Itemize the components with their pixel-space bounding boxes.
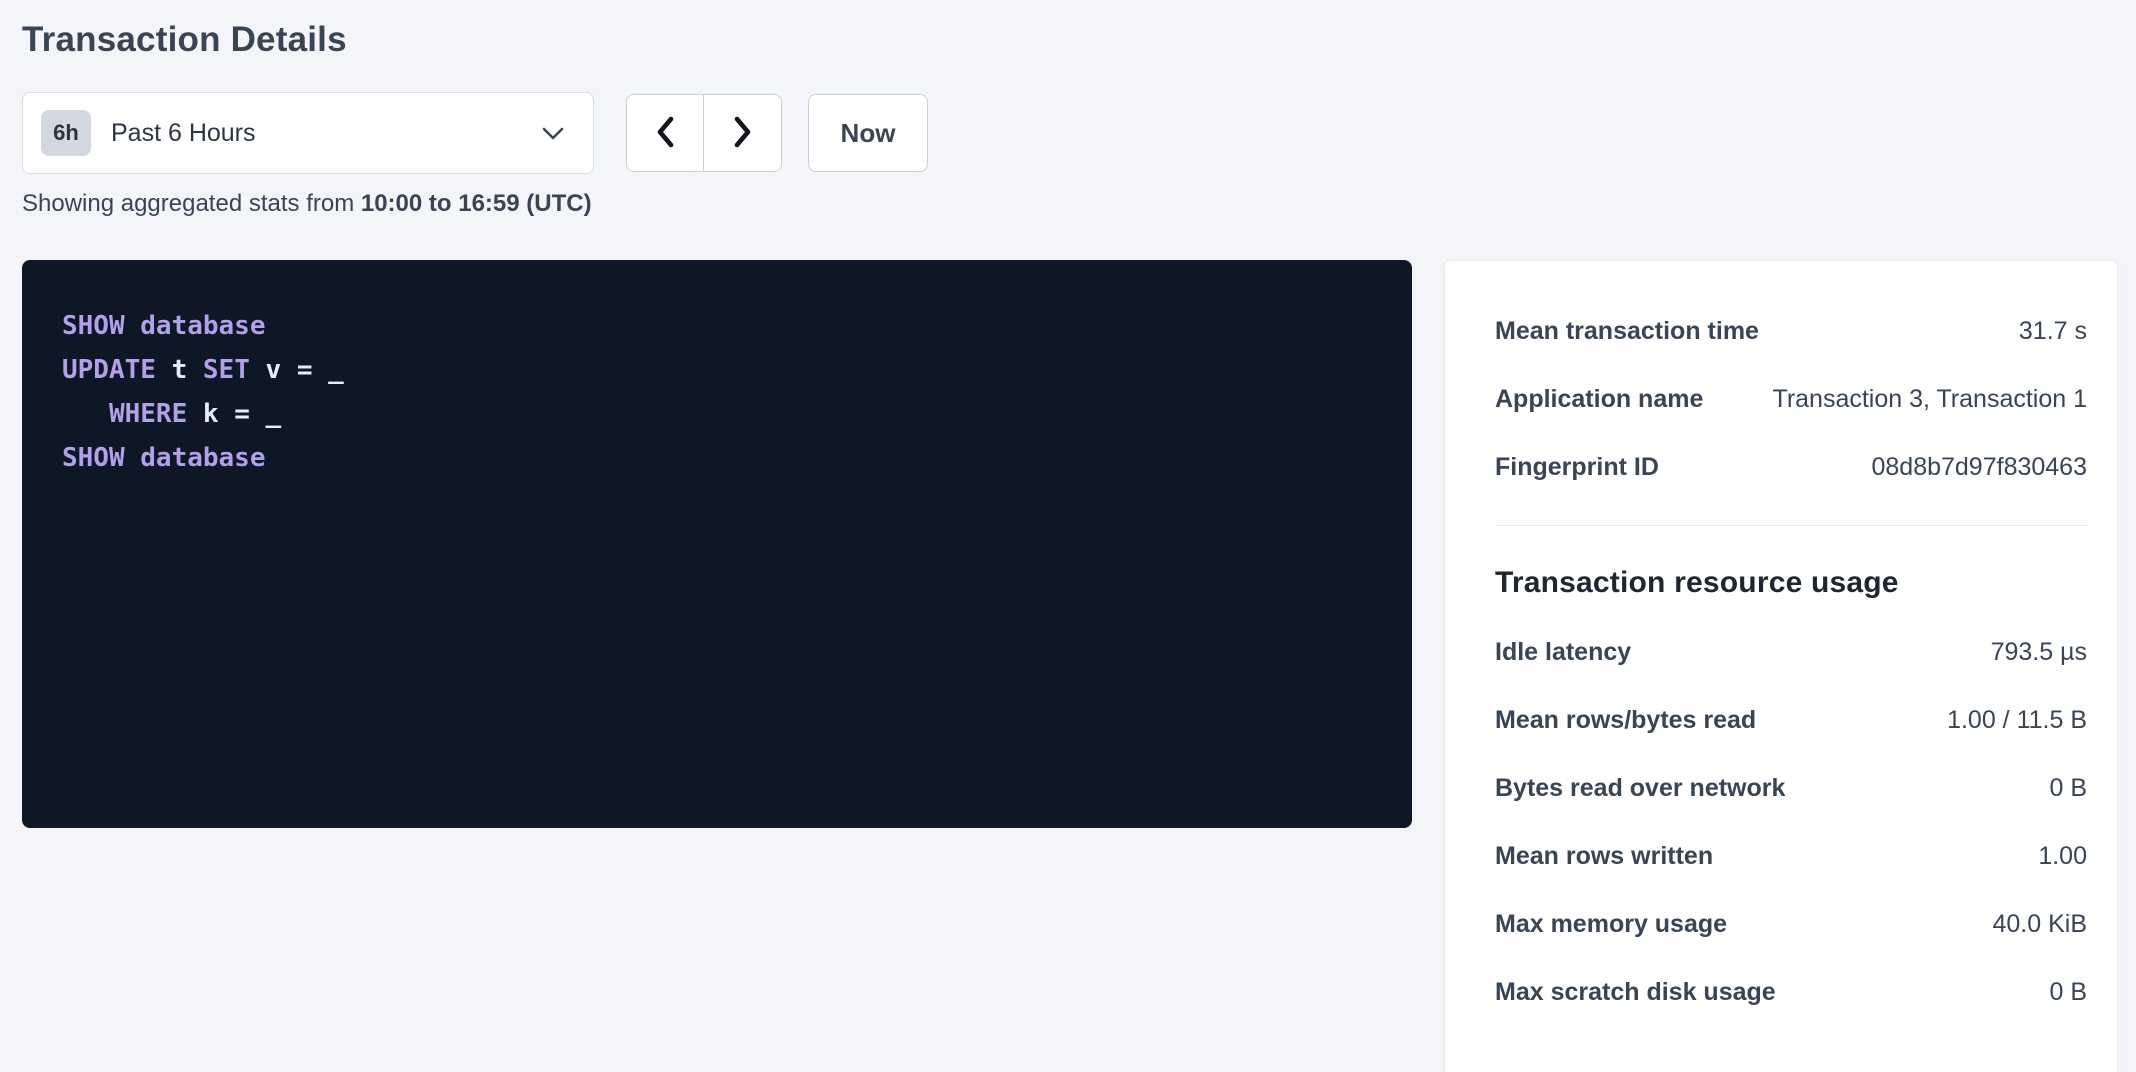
next-time-button[interactable] xyxy=(704,95,781,171)
main-content: SHOW database UPDATE t SET v = _ WHERE k … xyxy=(22,260,2118,1072)
stat-label: Fingerprint ID xyxy=(1495,453,1679,482)
time-range-summary-range: 10:00 to 16:59 (UTC) xyxy=(361,190,592,217)
time-range-summary-prefix: Showing aggregated stats from xyxy=(22,190,361,217)
sql-keyword-token: SET xyxy=(203,355,250,385)
section-divider xyxy=(1495,525,2087,526)
code-line: SHOW database xyxy=(62,436,1372,480)
stat-value: 1.00 / 11.5 B xyxy=(1947,706,2087,735)
sql-plain-token: v = _ xyxy=(250,355,344,385)
stat-value: 40.0 KiB xyxy=(1992,910,2087,939)
stat-label: Idle latency xyxy=(1495,638,1651,667)
transaction-details-page: Transaction Details 6h Past 6 Hours Now … xyxy=(0,0,2136,1072)
code-line: SHOW database xyxy=(62,304,1372,348)
stat-value: 0 B xyxy=(2049,774,2087,803)
resource-usage-stats: Idle latency 793.5 µs Mean rows/bytes read… xyxy=(1495,618,2087,1026)
sql-keyword-token: SHOW database xyxy=(62,311,266,341)
time-range-label: Past 6 Hours xyxy=(111,119,541,148)
stat-value: 31.7 s xyxy=(2019,317,2087,346)
stat-value: 1.00 xyxy=(2038,842,2087,871)
chevron-down-icon xyxy=(541,126,565,141)
stat-label: Mean rows written xyxy=(1495,842,1733,871)
resource-usage-heading: Transaction resource usage xyxy=(1495,566,2087,600)
stat-value: 0 B xyxy=(2049,978,2087,1007)
time-range-badge: 6h xyxy=(41,110,91,156)
stat-row: Application name Transaction 3, Transacti… xyxy=(1495,365,2087,433)
transaction-summary-card: Mean transaction time 31.7 s Application n… xyxy=(1444,260,2118,1072)
chevron-left-icon xyxy=(654,115,676,152)
sql-keyword-token: WHERE xyxy=(109,399,187,429)
stat-label: Bytes read over network xyxy=(1495,774,1805,803)
stat-label: Max scratch disk usage xyxy=(1495,978,1796,1007)
time-range-summary: Showing aggregated stats from 10:00 to 1… xyxy=(22,190,2118,218)
page-title: Transaction Details xyxy=(22,20,2118,60)
sql-plain-token: t xyxy=(156,355,203,385)
stat-label: Mean transaction time xyxy=(1495,317,1779,346)
stat-row: Mean rows written 1.00 xyxy=(1495,822,2087,890)
sql-plain-token xyxy=(62,399,109,429)
stat-row: Mean rows/bytes read 1.00 / 11.5 B xyxy=(1495,686,2087,754)
code-line: WHERE k = _ xyxy=(62,392,1372,436)
prev-time-button[interactable] xyxy=(627,95,704,171)
now-button[interactable]: Now xyxy=(808,94,928,172)
stat-label: Max memory usage xyxy=(1495,910,1747,939)
chevron-right-icon xyxy=(732,115,754,152)
sql-keyword-token: UPDATE xyxy=(62,355,156,385)
code-line: UPDATE t SET v = _ xyxy=(62,348,1372,392)
sql-statements-box: SHOW database UPDATE t SET v = _ WHERE k … xyxy=(22,260,1412,828)
stat-row: Fingerprint ID 08d8b7d97f830463 xyxy=(1495,433,2087,501)
stat-label: Mean rows/bytes read xyxy=(1495,706,1776,735)
time-nav-group xyxy=(626,94,782,172)
overview-stats: Mean transaction time 31.7 s Application n… xyxy=(1495,297,2087,501)
sql-plain-token: k = _ xyxy=(187,399,281,429)
stat-row: Mean transaction time 31.7 s xyxy=(1495,297,2087,365)
stat-value: Transaction 3, Transaction 1 xyxy=(1772,385,2087,414)
stat-value: 08d8b7d97f830463 xyxy=(1871,453,2087,482)
stat-row: Max scratch disk usage 0 B xyxy=(1495,958,2087,1026)
stat-row: Max memory usage 40.0 KiB xyxy=(1495,890,2087,958)
stat-value: 793.5 µs xyxy=(1991,638,2087,667)
time-picker-toolbar: 6h Past 6 Hours Now xyxy=(22,92,2118,174)
time-range-dropdown[interactable]: 6h Past 6 Hours xyxy=(22,92,594,174)
stat-row: Bytes read over network 0 B xyxy=(1495,754,2087,822)
stat-row: Idle latency 793.5 µs xyxy=(1495,618,2087,686)
stat-label: Application name xyxy=(1495,385,1723,414)
sql-keyword-token: SHOW database xyxy=(62,443,266,473)
